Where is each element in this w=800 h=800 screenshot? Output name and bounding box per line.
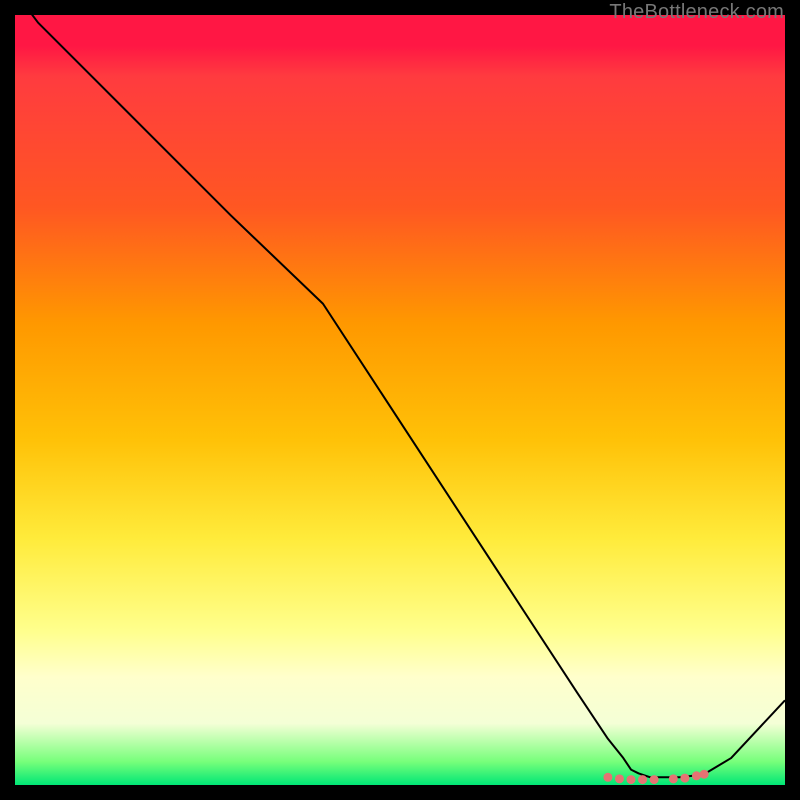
highlight-marker (650, 775, 659, 784)
highlight-marker (669, 774, 678, 783)
highlight-marker (603, 773, 612, 782)
bottleneck-curve (15, 0, 785, 777)
highlight-markers (603, 770, 708, 784)
highlight-marker (627, 775, 636, 784)
chart-overlay (15, 15, 785, 785)
highlight-marker (638, 775, 647, 784)
highlight-marker (615, 774, 624, 783)
highlight-marker (680, 774, 689, 783)
highlight-marker (700, 770, 709, 779)
highlight-marker (692, 771, 701, 780)
